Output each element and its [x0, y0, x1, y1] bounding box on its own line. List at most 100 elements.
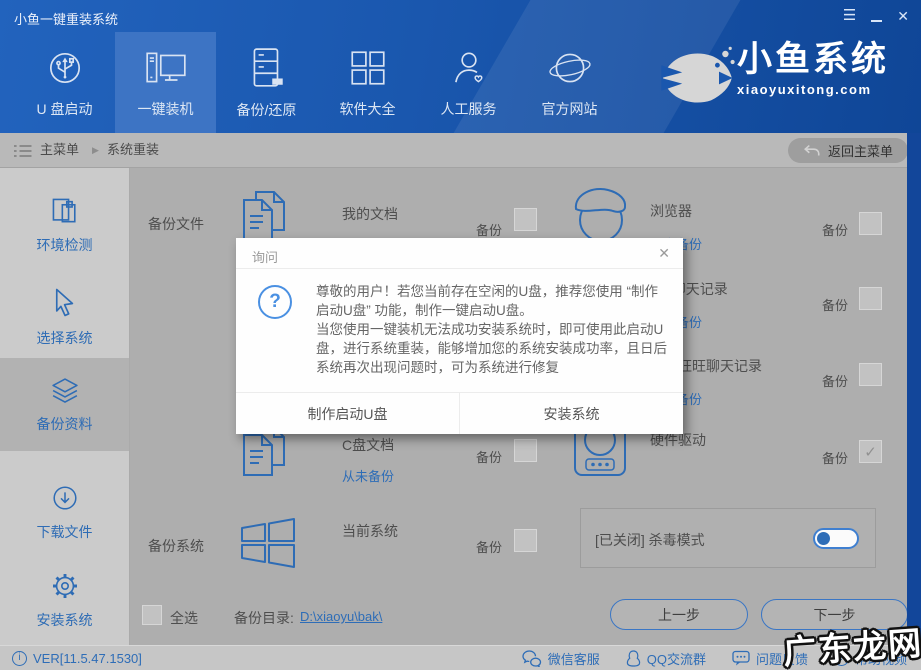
nav-item-backup-restore[interactable]: 备份/还原	[216, 32, 317, 133]
person-service-icon	[448, 47, 490, 89]
sidebar-item-download-files[interactable]: 下载文件	[0, 465, 129, 558]
version-text: VER[11.5.47.1530]	[33, 651, 142, 666]
backup-checkbox-label: 备份	[822, 220, 848, 239]
nav-item-label: 官方网站	[542, 99, 598, 119]
back-arrow-icon	[803, 144, 821, 157]
sidebar-item-label: 环境检测	[37, 235, 93, 255]
version-info: i VER[11.5.47.1530]	[12, 646, 142, 670]
dialog-message: 尊敬的用户！若您当前存在空闲的U盘，推荐您使用 “制作启动U盘” 功能，制作一键…	[316, 282, 670, 377]
feedback-bubble-icon	[732, 650, 750, 666]
brand-text: 小鱼系统 xiaoyuxitong.com	[737, 40, 889, 97]
dialog-close-icon[interactable]: ✕	[658, 245, 670, 262]
dialog-body: ? 尊敬的用户！若您当前存在空闲的U盘，推荐您使用 “制作启动U盘” 功能，制作…	[236, 269, 683, 392]
breadcrumb-bar: 主菜单 ▶ 系统重装 返回主菜单	[0, 133, 921, 168]
sidebar-item-label: 下载文件	[37, 522, 93, 542]
backup-checkbox-qq-chat[interactable]	[859, 287, 882, 310]
nav-item-software-center[interactable]: 软件大全	[317, 32, 418, 133]
download-icon	[49, 482, 81, 514]
backup-checkbox-my-docs[interactable]	[514, 208, 537, 231]
section-label-backup-files: 备份文件	[148, 214, 204, 234]
document-icon	[236, 188, 292, 244]
antivirus-mode-box: [已关闭] 杀毒模式	[580, 508, 876, 568]
info-glyph: i	[18, 653, 20, 663]
backup-checkbox-label: 备份	[476, 537, 502, 556]
backup-checkbox-label: 备份	[822, 371, 848, 390]
sidebar: 环境检测 选择系统 备份资料 下载文件 安装系统	[0, 168, 130, 645]
status-link-label: QQ交流群	[647, 649, 706, 668]
backup-checkbox-label: 备份	[476, 447, 502, 466]
backup-checkbox-label: 备份	[476, 220, 502, 239]
dialog-footer: 制作启动U盘 安装系统	[236, 392, 683, 434]
backup-checkbox-c-drive[interactable]	[514, 439, 537, 462]
minimize-icon[interactable]	[871, 20, 882, 22]
qq-group-link[interactable]: QQ交流群	[626, 649, 706, 668]
cursor-icon	[50, 287, 80, 320]
back-to-main-menu-button[interactable]: 返回主菜单	[788, 138, 908, 163]
antivirus-toggle[interactable]	[813, 528, 859, 549]
backup-checkbox-label: 备份	[822, 295, 848, 314]
prev-step-button[interactable]: 上一步	[610, 599, 748, 630]
backup-item-title: 浏览器	[650, 201, 692, 221]
qq-penguin-icon	[626, 650, 641, 667]
question-mark-icon: ?	[258, 285, 292, 319]
sidebar-item-label: 选择系统	[37, 328, 93, 348]
backup-checkbox-current-system[interactable]	[514, 529, 537, 552]
section-label-backup-system: 备份系统	[148, 536, 204, 556]
window-controls: ☰ ✕	[843, 4, 909, 28]
fish-logo-icon	[655, 42, 735, 114]
list-icon	[14, 144, 32, 158]
globe-icon	[547, 47, 593, 89]
nav-item-official-site[interactable]: 官方网站	[519, 32, 620, 133]
install-system-button[interactable]: 安装系统	[460, 393, 683, 434]
sidebar-item-select-system[interactable]: 选择系统	[0, 271, 129, 364]
nav-item-label: 软件大全	[340, 99, 396, 119]
usb-icon	[44, 47, 86, 89]
app-header: 小鱼一键重装系统 ☰ ✕ U 盘启动 一键装机	[0, 0, 921, 133]
backup-status-link[interactable]: 从未备份	[342, 466, 394, 485]
backup-dir-link[interactable]: D:\xiaoyu\bak\	[300, 609, 382, 624]
dialog-title: 询问	[252, 247, 278, 266]
watermark: 广东龙网	[781, 616, 921, 670]
windows-logo-icon	[238, 516, 298, 570]
backup-dir-label: 备份目录:	[234, 608, 294, 628]
select-all-label: 全选	[170, 608, 198, 628]
question-glyph: ?	[269, 291, 281, 313]
sidebar-item-backup-data[interactable]: 备份资料	[0, 358, 129, 451]
antivirus-mode-label: [已关闭] 杀毒模式	[595, 530, 705, 550]
check-icon: ✓	[864, 443, 877, 461]
backup-checkbox-browser[interactable]	[859, 212, 882, 235]
select-all-checkbox[interactable]	[142, 605, 162, 625]
backup-item-title: 当前系统	[342, 521, 398, 541]
backup-item-title: 我的文档	[342, 204, 398, 224]
server-backup-icon	[246, 46, 288, 90]
sidebar-item-env-check[interactable]: 环境检测	[0, 178, 129, 271]
backup-item-title: C盘文档	[342, 435, 394, 455]
window-title: 小鱼一键重装系统	[14, 9, 118, 28]
breadcrumb-current: 系统重装	[107, 133, 159, 167]
backup-checkbox-aliww[interactable]	[859, 363, 882, 386]
sidebar-item-install-system[interactable]: 安装系统	[0, 553, 129, 646]
dialog-header: 询问 ✕	[236, 238, 683, 269]
backup-checkbox-hardware-driver[interactable]: ✓	[859, 440, 882, 463]
wechat-support-link[interactable]: 微信客服	[522, 649, 600, 668]
nav-item-label: 人工服务	[441, 99, 497, 119]
nav-item-label: 备份/还原	[237, 100, 297, 120]
brand-domain: xiaoyuxitong.com	[737, 82, 889, 97]
brand-logo: 小鱼系统 xiaoyuxitong.com	[645, 36, 915, 120]
status-link-label: 微信客服	[548, 649, 600, 668]
main-nav: U 盘启动 一键装机 备份/还原 软件大全	[14, 32, 620, 133]
nav-item-usb-boot[interactable]: U 盘启动	[14, 32, 115, 133]
nav-item-one-key-install[interactable]: 一键装机	[115, 32, 216, 133]
wechat-icon	[522, 650, 542, 667]
backup-checkbox-label: 备份	[822, 448, 848, 467]
inquiry-dialog: 询问 ✕ ? 尊敬的用户！若您当前存在空闲的U盘，推荐您使用 “制作启动U盘” …	[236, 238, 683, 434]
nav-item-label: U 盘启动	[37, 99, 93, 119]
close-icon[interactable]: ✕	[897, 4, 909, 28]
make-boot-usb-button[interactable]: 制作启动U盘	[236, 393, 460, 434]
toggle-knob	[817, 532, 830, 545]
apps-grid-icon	[347, 47, 389, 89]
menu-icon[interactable]: ☰	[843, 4, 856, 28]
breadcrumb-root[interactable]: 主菜单	[40, 133, 79, 167]
gear-icon	[49, 570, 81, 602]
nav-item-human-service[interactable]: 人工服务	[418, 32, 519, 133]
